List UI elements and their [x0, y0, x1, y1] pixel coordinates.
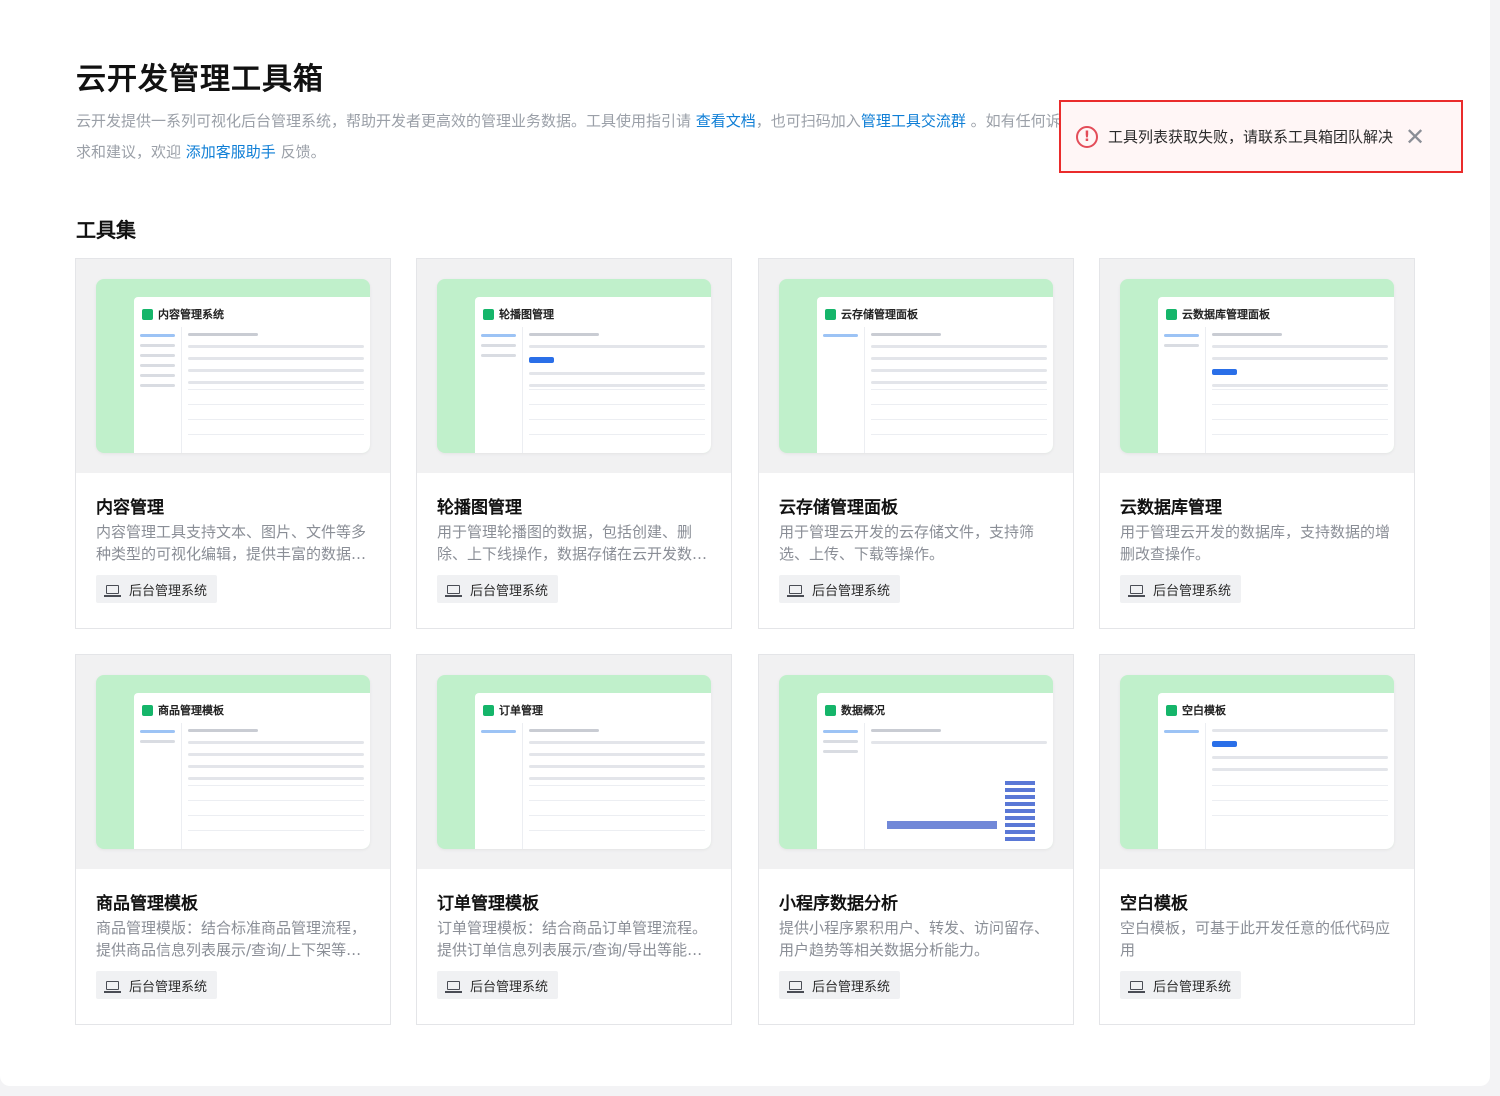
window-edge	[1490, 0, 1500, 1096]
preview-image: 云数据库管理面板	[1120, 279, 1394, 453]
category-tag: 后台管理系统	[1120, 971, 1242, 999]
card-thumbnail: 商品管理模板	[76, 655, 390, 869]
card-thumbnail: 空白模板	[1100, 655, 1414, 869]
tag-label: 后台管理系统	[129, 583, 208, 599]
category-tag: 后台管理系统	[96, 971, 218, 999]
tool-card-analytics[interactable]: 数据概况 小程序数据分析 提供小程序累积用户、转发、访问留存、用户趋势等相关数据…	[758, 654, 1074, 1025]
tag-label: 后台管理系统	[470, 583, 549, 599]
preview-title: 数据概况	[841, 704, 885, 717]
tool-card-content[interactable]: 内容管理系统 内容管理 内容管理工具支持文本、图片、文件等多种类型的可视化编辑，…	[75, 258, 391, 629]
preview-image: 数据概况	[779, 675, 1053, 849]
laptop-icon	[445, 980, 462, 993]
tool-card-storage[interactable]: 云存储管理面板 云存储管理面板 用于管理云开发的云存储文件，支持筛选、上传、下载…	[758, 258, 1074, 629]
tool-card-blank[interactable]: 空白模板 空白模板 空白模板，可基于此开发任意的低代码应用 后台管理系统	[1099, 654, 1415, 1025]
preview-title: 云存储管理面板	[841, 308, 918, 321]
card-thumbnail: 云存储管理面板	[759, 259, 1073, 473]
category-tag: 后台管理系统	[437, 971, 559, 999]
page-description: 云开发提供一系列可视化后台管理系统，帮助开发者更高效的管理业务数据。工具使用指引…	[76, 106, 1066, 168]
tag-label: 后台管理系统	[812, 979, 891, 995]
card-title: 小程序数据分析	[779, 894, 898, 914]
laptop-icon	[1128, 980, 1145, 993]
laptop-icon	[1128, 584, 1145, 597]
card-thumbnail: 内容管理系统	[76, 259, 390, 473]
preview-title: 空白模板	[1182, 704, 1226, 717]
close-icon[interactable]: ✕	[1405, 125, 1425, 149]
tool-card-carousel[interactable]: 轮播图管理 轮播图管理 用于管理轮播图的数据，包括创建、删除、上下线操作，数据存…	[416, 258, 732, 629]
desc-text-1: 云开发提供一系列可视化后台管理系统，帮助开发者更高效的管理业务数据。工具使用指引…	[76, 112, 696, 130]
toast-message: 工具列表获取失败，请联系工具箱团队解决	[1108, 128, 1394, 146]
tool-card-database[interactable]: 云数据库管理面板 云数据库管理 用于管理云开发的数据库，支持数据的增删改查操作。…	[1099, 258, 1415, 629]
tool-card-products[interactable]: 商品管理模板 商品管理模板 商品管理模版：结合标准商品管理流程，提供商品信息列表…	[75, 654, 391, 1025]
tag-label: 后台管理系统	[470, 979, 549, 995]
card-title: 商品管理模板	[96, 894, 198, 914]
preview-image: 订单管理	[437, 675, 711, 849]
page: 云开发管理工具箱 云开发提供一系列可视化后台管理系统，帮助开发者更高效的管理业务…	[0, 0, 1490, 1086]
card-thumbnail: 订单管理	[417, 655, 731, 869]
tool-card-orders[interactable]: 订单管理 订单管理模板 订单管理模板：结合商品订单管理流程。提供订单信息列表展示…	[416, 654, 732, 1025]
card-description: 空白模板，可基于此开发任意的低代码应用	[1120, 919, 1391, 959]
category-tag: 后台管理系统	[96, 575, 218, 603]
section-title: 工具集	[76, 218, 136, 242]
preview-image: 空白模板	[1120, 675, 1394, 849]
card-description: 用于管理云开发的数据库，支持数据的增删改查操作。	[1120, 523, 1391, 563]
preview-image: 内容管理系统	[96, 279, 370, 453]
card-description: 用于管理轮播图的数据，包括创建、删除、上下线操作，数据存储在云开发数据库中。	[437, 523, 708, 563]
card-title: 云存储管理面板	[779, 498, 898, 518]
desc-text-4: 反馈。	[275, 143, 326, 161]
laptop-icon	[104, 980, 121, 993]
preview-image: 轮播图管理	[437, 279, 711, 453]
card-title: 云数据库管理	[1120, 498, 1222, 518]
laptop-icon	[787, 980, 804, 993]
preview-title: 云数据库管理面板	[1182, 308, 1270, 321]
card-thumbnail: 轮播图管理	[417, 259, 731, 473]
error-toast: ! 工具列表获取失败，请联系工具箱团队解决 ✕	[1059, 100, 1463, 173]
laptop-icon	[104, 584, 121, 597]
laptop-icon	[787, 584, 804, 597]
card-title: 订单管理模板	[437, 894, 539, 914]
tag-label: 后台管理系统	[1153, 583, 1232, 599]
category-tag: 后台管理系统	[779, 575, 901, 603]
card-description: 提供小程序累积用户、转发、访问留存、用户趋势等相关数据分析能力。	[779, 919, 1050, 959]
card-thumbnail: 数据概况	[759, 655, 1073, 869]
preview-title: 商品管理模板	[158, 704, 224, 717]
preview-image: 商品管理模板	[96, 675, 370, 849]
view-docs-link[interactable]: 查看文档	[696, 112, 756, 130]
preview-image: 云存储管理面板	[779, 279, 1053, 453]
join-group-link[interactable]: 管理工具交流群	[861, 112, 966, 130]
desc-text-2: ，也可扫码加入	[755, 112, 861, 130]
card-title: 内容管理	[96, 498, 164, 518]
tag-label: 后台管理系统	[1153, 979, 1232, 995]
preview-title: 内容管理系统	[158, 308, 224, 321]
card-title: 空白模板	[1120, 894, 1188, 914]
category-tag: 后台管理系统	[437, 575, 559, 603]
error-circle-icon: !	[1076, 125, 1098, 148]
tag-label: 后台管理系统	[812, 583, 891, 599]
card-description: 商品管理模版：结合标准商品管理流程，提供商品信息列表展示/查询/上下架等能力。	[96, 919, 367, 959]
tag-label: 后台管理系统	[129, 979, 208, 995]
laptop-icon	[445, 584, 462, 597]
card-description: 用于管理云开发的云存储文件，支持筛选、上传、下载等操作。	[779, 523, 1035, 563]
card-title: 轮播图管理	[437, 498, 522, 518]
add-support-link[interactable]: 添加客服助手	[186, 143, 276, 161]
category-tag: 后台管理系统	[779, 971, 901, 999]
page-title: 云开发管理工具箱	[76, 62, 324, 97]
preview-title: 订单管理	[499, 704, 543, 717]
card-thumbnail: 云数据库管理面板	[1100, 259, 1414, 473]
preview-title: 轮播图管理	[499, 308, 554, 321]
card-description: 内容管理工具支持文本、图片、文件等多种类型的可视化编辑，提供丰富的数据管理能力。	[96, 523, 367, 563]
card-description: 订单管理模板：结合商品订单管理流程。提供订单信息列表展示/查询/导出等能力。	[437, 919, 708, 959]
category-tag: 后台管理系统	[1120, 575, 1242, 603]
